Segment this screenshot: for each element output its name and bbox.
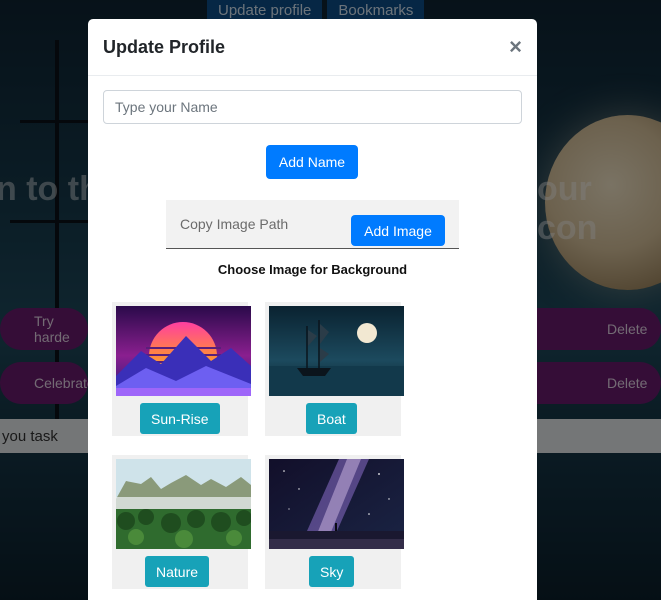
add-name-button[interactable]: Add Name [266, 145, 358, 179]
nature-button[interactable]: Nature [145, 556, 210, 587]
boat-button[interactable]: Boat [306, 403, 357, 434]
image-card-sky: Sky [265, 455, 404, 589]
modal-title: Update Profile [103, 36, 226, 57]
sunrise-button[interactable]: Sun-Rise [140, 403, 220, 434]
image-card-sunrise: Sun-Rise [112, 302, 251, 436]
update-profile-modal: Update Profile × Add Name Add Image Choo… [88, 19, 537, 600]
image-path-input[interactable] [166, 200, 346, 248]
close-icon[interactable]: × [509, 36, 522, 58]
choose-image-label: Choose Image for Background [217, 262, 408, 277]
name-input[interactable] [103, 90, 522, 124]
nature-thumbnail[interactable] [116, 459, 251, 549]
image-path-group: Add Image [166, 200, 459, 249]
modal-header: Update Profile × [88, 19, 537, 76]
image-card-nature: Nature [112, 455, 251, 589]
sky-thumbnail[interactable] [269, 459, 404, 549]
sky-button[interactable]: Sky [309, 556, 355, 587]
boat-thumbnail[interactable] [269, 306, 404, 396]
image-card-boat: Boat [265, 302, 404, 436]
sunrise-thumbnail[interactable] [116, 306, 251, 396]
add-image-button[interactable]: Add Image [351, 215, 445, 246]
